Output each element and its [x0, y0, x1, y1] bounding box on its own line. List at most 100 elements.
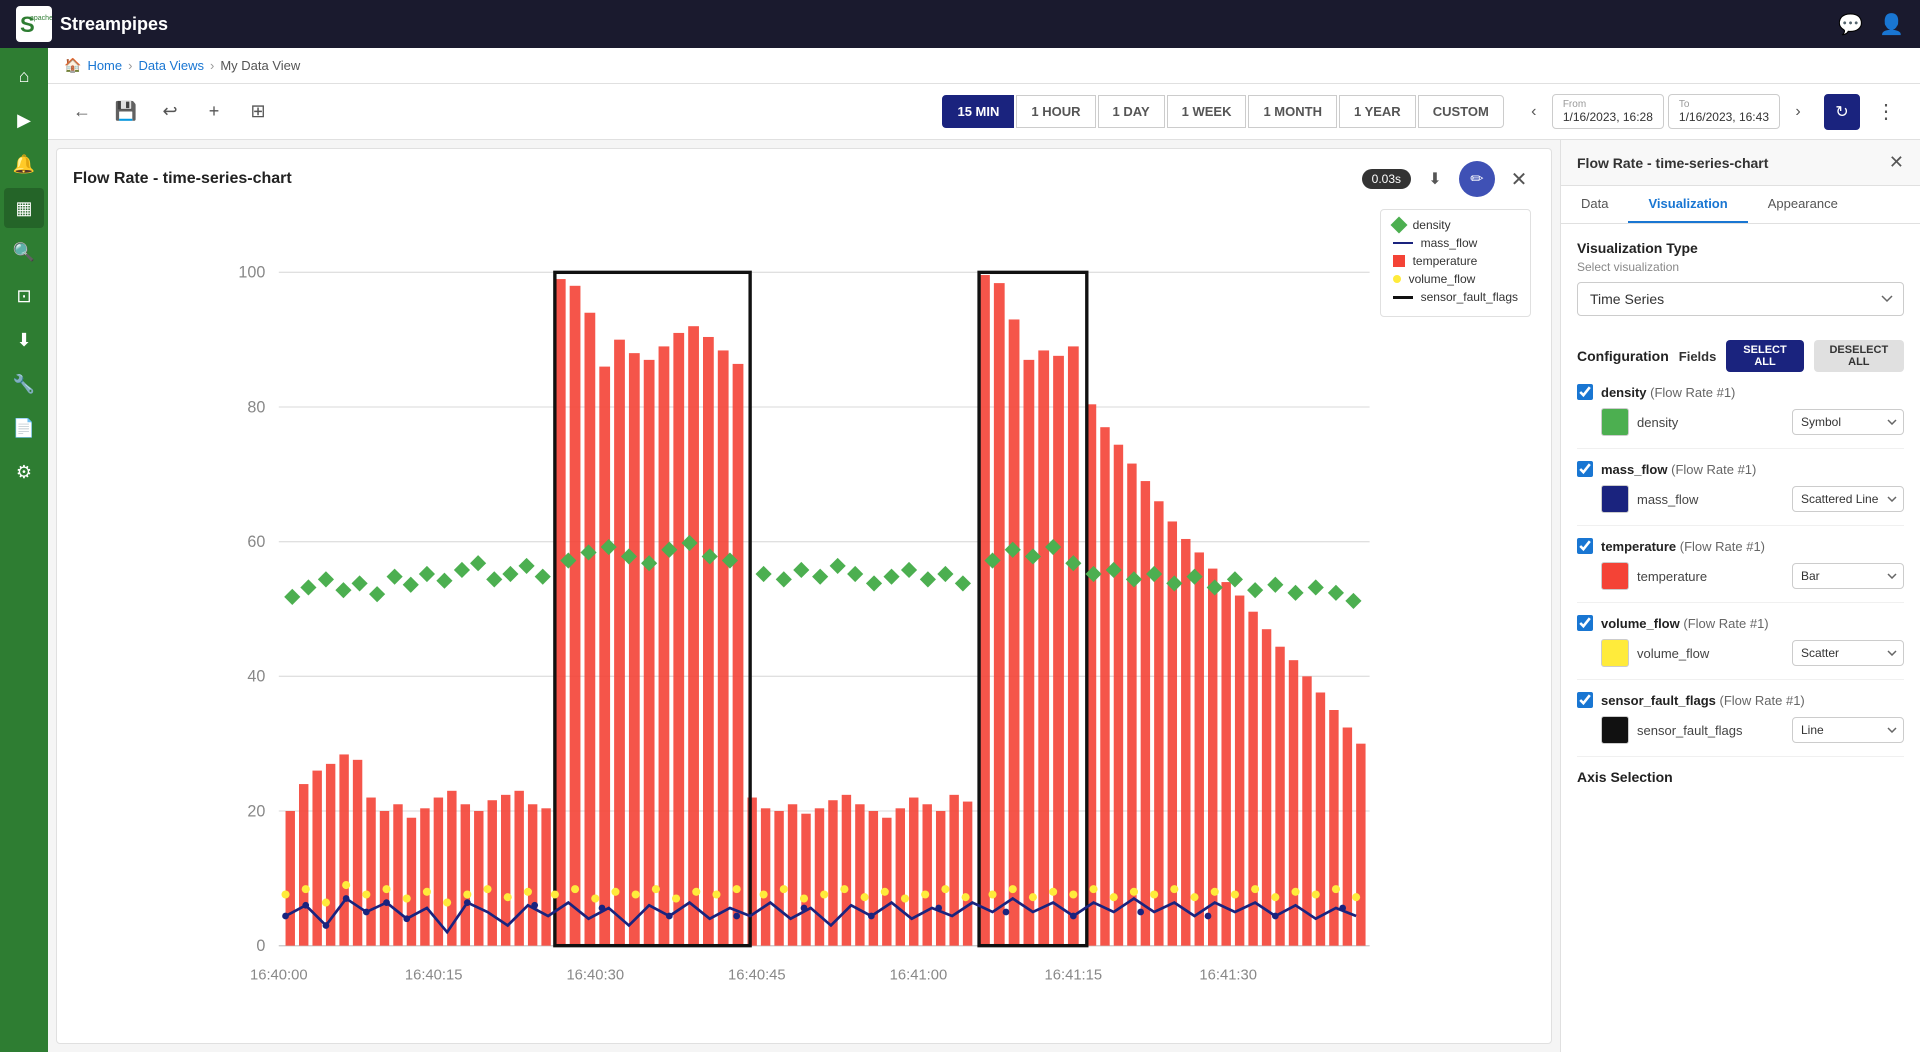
viz-type-select-temperature[interactable]: Symbol Line Bar Scatter Scattered Line [1792, 563, 1904, 589]
viz-type-select-massflow[interactable]: Symbol Line Bar Scatter Scattered Line [1792, 486, 1904, 512]
save-button[interactable]: 💾 [108, 94, 144, 130]
sidebar-settings-icon[interactable]: ⚙ [4, 452, 44, 492]
config-section: Configuration Fields SELECT ALL DESELECT… [1577, 340, 1904, 757]
time-btn-1hour[interactable]: 1 HOUR [1016, 95, 1095, 128]
viz-type-select-density[interactable]: Symbol Line Bar Scatter Scattered Line [1792, 409, 1904, 435]
sidebar-bell-icon[interactable]: 🔔 [4, 144, 44, 184]
nav-right-icons: 💬 👤 [1838, 12, 1904, 37]
tab-appearance[interactable]: Appearance [1748, 186, 1858, 223]
field-checkbox-volumeflow[interactable] [1577, 615, 1593, 631]
breadcrumb-sep1: › [128, 58, 132, 73]
viz-type-select[interactable]: Time Series Bar Chart Line Chart Scatter… [1577, 282, 1904, 316]
breadcrumb-home-link[interactable]: Home [87, 58, 122, 73]
separator-1 [1577, 448, 1904, 449]
deselect-all-button[interactable]: DESELECT ALL [1814, 340, 1904, 372]
chart-edit-button[interactable]: ✏ [1459, 161, 1495, 197]
from-label: From [1563, 99, 1653, 110]
panel-close-button[interactable]: ✕ [1889, 152, 1904, 173]
time-btn-1week[interactable]: 1 WEEK [1167, 95, 1247, 128]
chart-svg: 100 80 60 40 20 0 16:40:00 16:40:15 16:4… [73, 205, 1535, 1013]
sidebar-home-icon[interactable]: ⌂ [4, 56, 44, 96]
viz-type-select-volumeflow[interactable]: Symbol Line Bar Scatter Scattered Line [1792, 640, 1904, 666]
legend-label-massflow: mass_flow [1421, 236, 1478, 250]
breadcrumb-sep2: › [210, 58, 214, 73]
field-config-massflow: mass_flow Symbol Line Bar Scatter Scatte… [1577, 485, 1904, 513]
color-swatch-sensorflags[interactable] [1601, 716, 1629, 744]
to-label: To [1679, 99, 1769, 110]
top-navbar: S apache Streampipes 💬 👤 [0, 0, 1920, 48]
field-config-volumeflow: volume_flow Symbol Line Bar Scatter Scat… [1577, 639, 1904, 667]
chart-close-button[interactable]: ✕ [1503, 163, 1535, 195]
field-checkbox-sensorflags[interactable] [1577, 692, 1593, 708]
left-sidebar: ⌂ ▶ 🔔 ▦ 🔍 ⊡ ⬇ 🔧 📄 ⚙ [0, 48, 48, 1052]
select-all-button[interactable]: SELECT ALL [1726, 340, 1803, 372]
sidebar-search-icon[interactable]: 🔍 [4, 232, 44, 272]
legend-item-density: density [1393, 218, 1518, 232]
chart-header: Flow Rate - time-series-chart 0.03s ⬇ ✏ … [57, 149, 1551, 205]
time-btn-15min[interactable]: 15 MIN [942, 95, 1014, 128]
logo: S apache Streampipes [16, 6, 168, 42]
svg-text:80: 80 [247, 398, 265, 416]
time-btn-1day[interactable]: 1 DAY [1098, 95, 1165, 128]
axis-section: Axis Selection [1577, 769, 1904, 785]
grid-button[interactable]: ⊞ [240, 94, 276, 130]
undo-button[interactable]: ↩ [152, 94, 188, 130]
color-swatch-massflow[interactable] [1601, 485, 1629, 513]
viz-type-select-sensorflags[interactable]: Symbol Line Bar Scatter Scattered Line [1792, 717, 1904, 743]
viz-type-section: Visualization Type Select visualization … [1577, 240, 1904, 336]
svg-text:40: 40 [247, 668, 265, 686]
refresh-button[interactable]: ↻ [1824, 94, 1860, 130]
svg-text:apache: apache [30, 15, 52, 22]
tab-visualization[interactable]: Visualization [1628, 186, 1747, 223]
separator-4 [1577, 679, 1904, 680]
workspace: Flow Rate - time-series-chart 0.03s ⬇ ✏ … [48, 140, 1920, 1052]
account-icon[interactable]: 👤 [1879, 12, 1904, 37]
date-from-display: From 1/16/2023, 16:28 [1552, 94, 1664, 129]
time-btn-1year[interactable]: 1 YEAR [1339, 95, 1416, 128]
panel-content: Visualization Type Select visualization … [1561, 224, 1920, 1052]
to-date-value: 1/16/2023, 16:43 [1679, 110, 1769, 124]
field-name-temperature: temperature [1637, 569, 1784, 584]
time-btn-1month[interactable]: 1 MONTH [1248, 95, 1337, 128]
sidebar-play-icon[interactable]: ▶ [4, 100, 44, 140]
field-checkbox-temperature[interactable] [1577, 538, 1593, 554]
legend-item-volumeflow: volume_flow [1393, 272, 1518, 286]
field-row-volumeflow-header: volume_flow (Flow Rate #1) [1577, 615, 1904, 631]
chat-icon[interactable]: 💬 [1838, 12, 1863, 37]
color-swatch-volumeflow[interactable] [1601, 639, 1629, 667]
field-checkbox-density[interactable] [1577, 384, 1593, 400]
time-range-group: 15 MIN 1 HOUR 1 DAY 1 WEEK 1 MONTH 1 YEA… [942, 95, 1503, 128]
legend-icon-sensorflags [1393, 296, 1413, 299]
color-swatch-density[interactable] [1601, 408, 1629, 436]
svg-text:0: 0 [256, 937, 265, 955]
field-name-volumeflow: volume_flow [1637, 646, 1784, 661]
date-prev-button[interactable]: ‹ [1520, 98, 1548, 126]
add-button[interactable]: + [196, 94, 232, 130]
chart-download-button[interactable]: ⬇ [1419, 163, 1451, 195]
legend-item-temperature: temperature [1393, 254, 1518, 268]
sidebar-widgets-icon[interactable]: ⊡ [4, 276, 44, 316]
sidebar-docs-icon[interactable]: 📄 [4, 408, 44, 448]
sidebar-dashboard-icon[interactable]: ▦ [4, 188, 44, 228]
svg-text:16:40:15: 16:40:15 [405, 967, 463, 983]
separator-3 [1577, 602, 1904, 603]
back-button[interactable]: ← [64, 94, 100, 130]
time-btn-custom[interactable]: CUSTOM [1418, 95, 1504, 128]
sidebar-tools-icon[interactable]: 🔧 [4, 364, 44, 404]
panel-title: Flow Rate - time-series-chart [1577, 155, 1768, 171]
field-row-temperature-header: temperature (Flow Rate #1) [1577, 538, 1904, 554]
viz-type-title: Visualization Type [1577, 240, 1904, 256]
date-range: ‹ From 1/16/2023, 16:28 To 1/16/2023, 16… [1520, 94, 1812, 129]
more-options-button[interactable]: ⋮ [1868, 94, 1904, 130]
breadcrumb: 🏠 Home › Data Views › My Data View [48, 48, 1920, 84]
field-label-massflow: mass_flow (Flow Rate #1) [1601, 462, 1904, 477]
field-config-temperature: temperature Symbol Line Bar Scatter Scat… [1577, 562, 1904, 590]
chart-svg-container: 100 80 60 40 20 0 16:40:00 16:40:15 16:4… [57, 205, 1551, 1029]
breadcrumb-views-link[interactable]: Data Views [138, 58, 204, 73]
breadcrumb-current: My Data View [220, 58, 300, 73]
field-checkbox-massflow[interactable] [1577, 461, 1593, 477]
date-next-button[interactable]: › [1784, 98, 1812, 126]
color-swatch-temperature[interactable] [1601, 562, 1629, 590]
sidebar-download-icon[interactable]: ⬇ [4, 320, 44, 360]
tab-data[interactable]: Data [1561, 186, 1628, 223]
